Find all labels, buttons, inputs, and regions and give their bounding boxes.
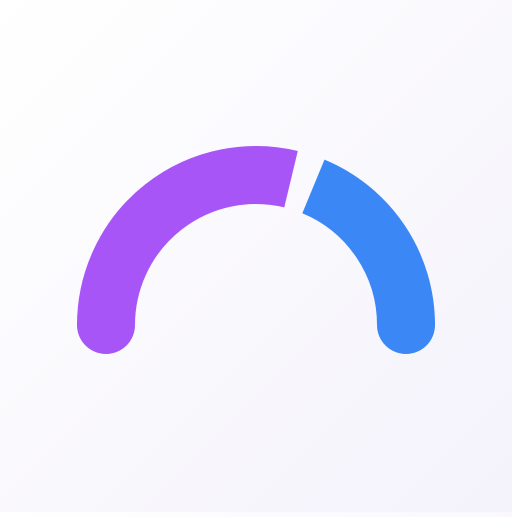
purple-segment <box>77 146 298 326</box>
blue-segment-cap <box>377 296 435 354</box>
app-icon-canvas <box>0 0 512 512</box>
purple-segment-cap <box>77 296 135 354</box>
gauge-icon <box>77 146 435 354</box>
